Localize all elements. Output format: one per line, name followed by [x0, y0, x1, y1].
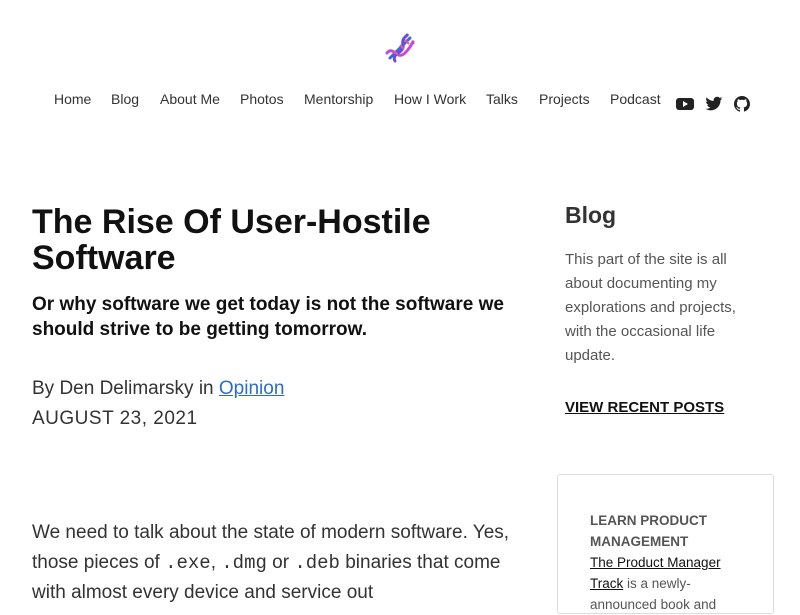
body-sep-2: or — [266, 552, 295, 573]
promo-text: The Product Manager Track is a newly-ann… — [590, 552, 740, 615]
nav-how-i-work[interactable]: How I Work — [394, 91, 466, 107]
nav-talks[interactable]: Talks — [486, 91, 518, 107]
code-exe: .exe — [165, 552, 211, 574]
article-date: AUGUST 23, 2021 — [32, 408, 198, 429]
code-dmg: .dmg — [221, 552, 267, 574]
nav-blog[interactable]: Blog — [111, 91, 139, 107]
article-body: We need to talk about the state of moder… — [32, 518, 512, 608]
promo-heading: LEARN PRODUCT MANAGEMENT — [590, 513, 707, 549]
body-sep-1: , — [210, 552, 222, 573]
nav-podcast[interactable]: Podcast — [610, 91, 661, 107]
nav-about-me[interactable]: About Me — [160, 91, 220, 107]
nav-mentorship[interactable]: Mentorship — [304, 91, 373, 107]
byline-author: By Den Delimarsky in — [32, 378, 219, 399]
article-byline: By Den Delimarsky in Opinion — [32, 378, 284, 400]
nav-photos[interactable]: Photos — [240, 91, 284, 107]
article-subtitle: Or why software we get today is not the … — [32, 294, 504, 340]
github-icon[interactable] — [733, 96, 751, 112]
nav-projects[interactable]: Projects — [539, 91, 590, 107]
nav-home[interactable]: Home — [54, 91, 91, 107]
code-deb: .deb — [294, 552, 340, 574]
sidebar-heading: Blog — [565, 202, 617, 228]
dna-icon[interactable] — [383, 31, 417, 65]
view-recent-posts-link[interactable]: VIEW RECENT POSTS — [565, 399, 724, 416]
promo-content: LEARN PRODUCT MANAGEMENT The Product Man… — [590, 510, 740, 615]
sidebar-description: This part of the site is all about docum… — [565, 251, 736, 364]
category-link[interactable]: Opinion — [219, 378, 285, 399]
article-title: The Rise Of User-Hostile Software — [32, 203, 431, 277]
promo-card: LEARN PRODUCT MANAGEMENT The Product Man… — [557, 474, 774, 614]
twitter-icon[interactable] — [705, 96, 723, 112]
youtube-icon[interactable] — [676, 96, 694, 112]
